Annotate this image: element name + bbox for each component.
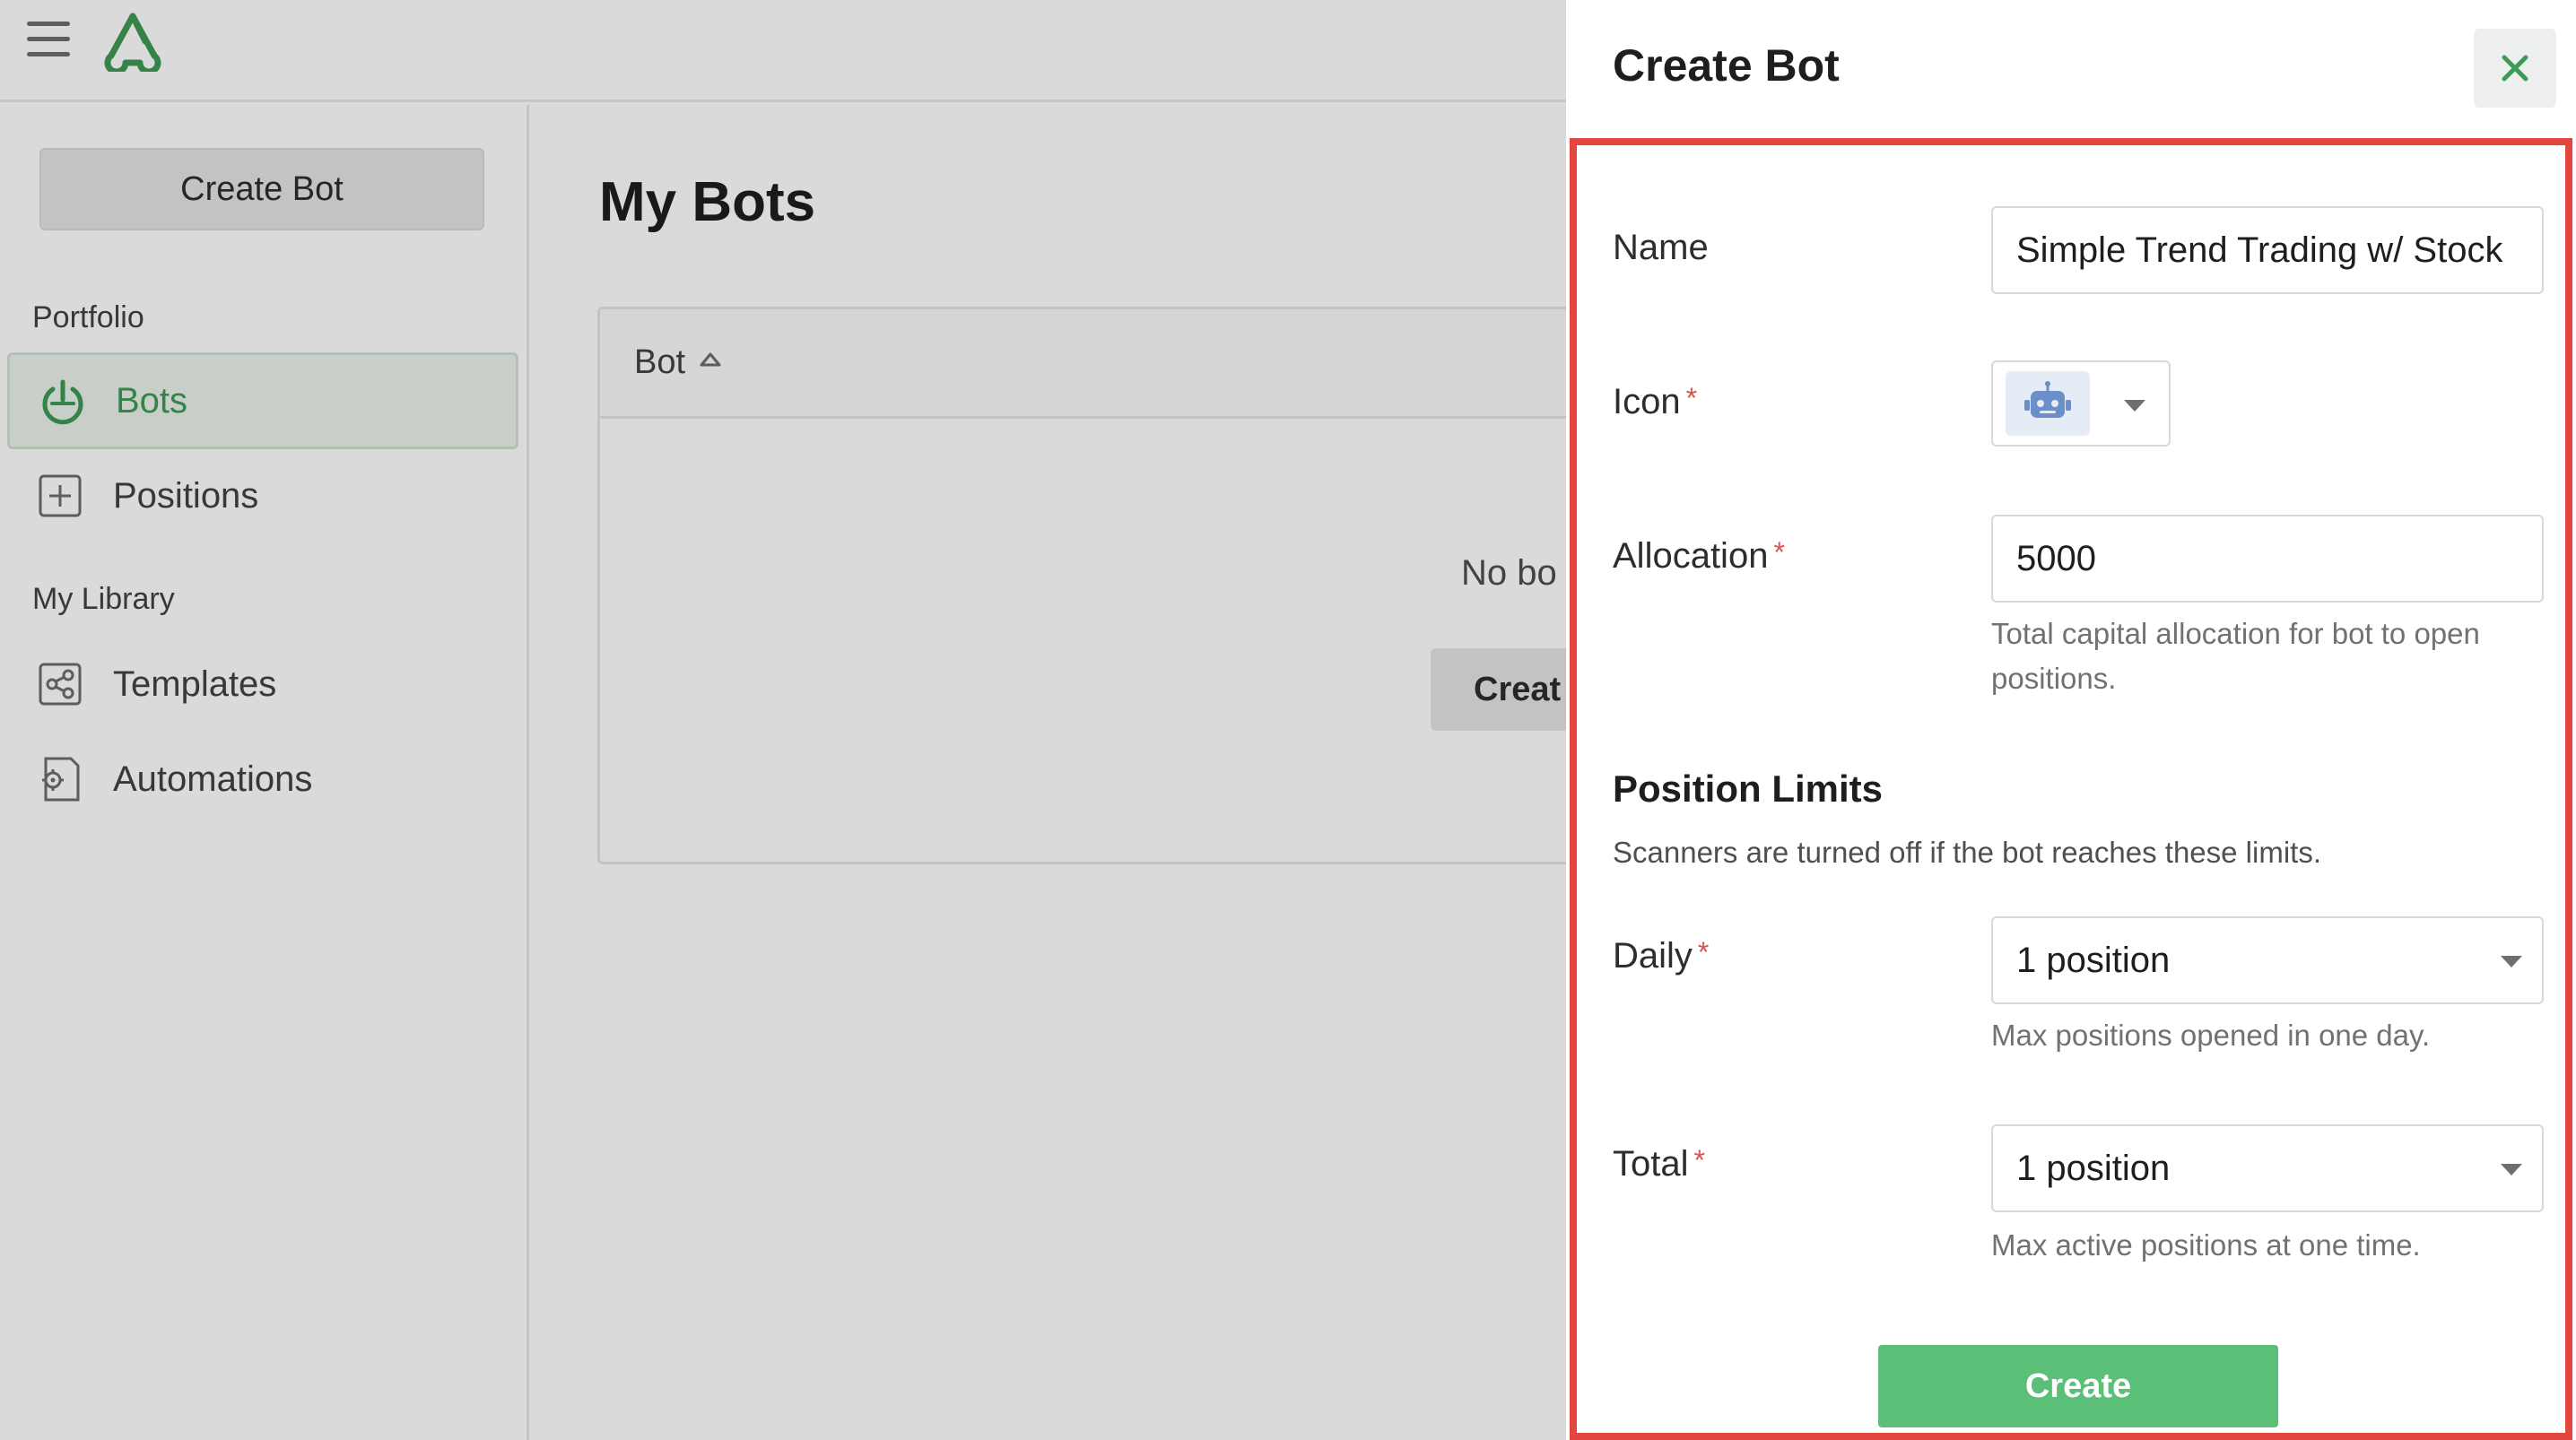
daily-limit-select[interactable]: 1 position [1991, 916, 2544, 1004]
daily-help-text: Max positions opened in one day. [1991, 1019, 2431, 1052]
close-icon [2502, 55, 2528, 82]
icon-label: Icon * [1613, 382, 1698, 421]
total-help-text: Max active positions at one time. [1991, 1228, 2421, 1262]
name-label: Name [1613, 228, 1709, 267]
name-input[interactable]: Simple Trend Trading w/ Stock [1991, 206, 2544, 294]
total-label: Total * [1613, 1144, 1705, 1184]
create-bot-panel: Create Bot Name Simple Trend Trading w/ … [1566, 0, 2576, 1440]
panel-title: Create Bot [1613, 40, 1840, 91]
chevron-down-icon [2501, 956, 2522, 967]
position-limits-title: Position Limits [1613, 768, 1884, 810]
allocation-help-text: Total capital allocation for bot to open… [1991, 617, 2480, 695]
position-limits-description: Scanners are turned off if the bot reach… [1613, 836, 2321, 869]
create-button[interactable]: Create [1878, 1345, 2278, 1427]
allocation-label: Allocation * [1613, 536, 1785, 576]
total-limit-select[interactable]: 1 position [1991, 1124, 2544, 1212]
icon-select[interactable] [1991, 360, 2171, 447]
close-button[interactable] [2474, 29, 2556, 108]
allocation-input[interactable]: 5000 [1991, 515, 2544, 603]
chevron-down-icon [2124, 400, 2145, 412]
chevron-down-icon [2501, 1164, 2522, 1175]
daily-label: Daily * [1613, 936, 1710, 976]
robot-icon [2006, 371, 2090, 436]
